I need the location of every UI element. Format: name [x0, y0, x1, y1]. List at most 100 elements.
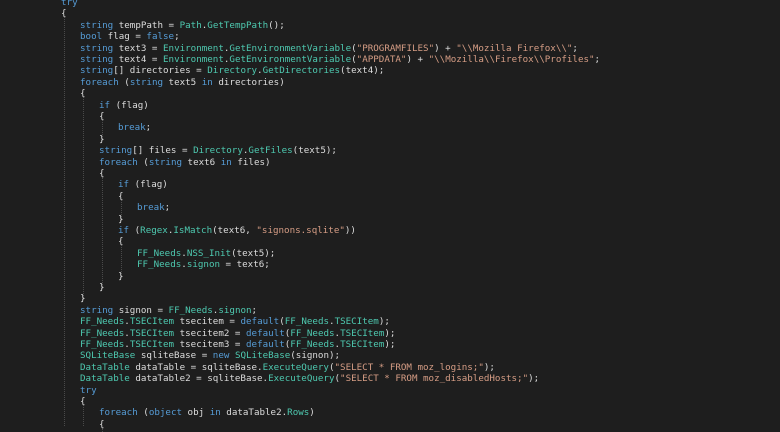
code-token: }: [80, 293, 86, 305]
code-token: ();: [268, 19, 285, 31]
code-line[interactable]: SQLiteBase sqliteBase = new SQLiteBase(s…: [80, 350, 340, 361]
code-token: FF_Needs: [284, 316, 330, 328]
code-token: object: [148, 407, 183, 419]
code-line[interactable]: break;: [118, 122, 151, 133]
code-token: "SELECT * FROM moz_disabledHosts;": [340, 373, 529, 385]
code-line[interactable]: FF_Needs.signon = text6;: [137, 259, 270, 270]
code-token: {: [99, 418, 105, 430]
code-line[interactable]: foreach (string text5 in directories): [80, 77, 285, 88]
code-line[interactable]: string text4 = Environment.GetEnvironmen…: [80, 54, 600, 65]
code-line[interactable]: try: [61, 0, 78, 8]
code-line[interactable]: {: [118, 236, 124, 247]
code-line[interactable]: }: [118, 271, 124, 282]
code-token: files): [231, 156, 271, 168]
code-line[interactable]: }: [118, 214, 124, 225]
code-line[interactable]: }: [99, 282, 105, 293]
code-token: GetDirectories: [262, 65, 341, 77]
code-line[interactable]: {: [99, 111, 105, 122]
code-token: {: [80, 88, 86, 100]
code-token: (flag): [110, 99, 149, 111]
code-token: (text5);: [292, 145, 337, 157]
code-token: dataTable2.: [220, 407, 288, 419]
code-token: );: [384, 327, 396, 339]
code-token: (signon);: [290, 350, 341, 362]
code-line[interactable]: string[] directories = Directory.GetDire…: [80, 65, 384, 76]
code-line[interactable]: {: [118, 191, 124, 202]
code-line[interactable]: FF_Needs.TSECItem tsecitem2 = default(FF…: [80, 328, 395, 339]
code-token: FF_Needs: [137, 259, 182, 271]
code-line[interactable]: foreach (object obj in dataTable2.Rows): [99, 407, 315, 418]
code-token: ;: [251, 304, 258, 316]
indent-guide: [83, 97, 84, 301]
code-token: in: [220, 156, 232, 168]
code-token: in: [201, 76, 213, 88]
code-token: [] directories =: [113, 65, 208, 77]
code-token: );: [528, 373, 540, 385]
code-token: ) +: [406, 54, 429, 65]
code-token: IsMatch: [173, 225, 213, 236]
code-token: FF_Needs: [168, 304, 213, 316]
code-line[interactable]: {: [80, 88, 86, 99]
code-line[interactable]: foreach (string text6 in files): [99, 157, 271, 168]
code-line[interactable]: try: [80, 385, 97, 396]
code-token: break: [118, 122, 146, 134]
code-token: {: [61, 8, 67, 20]
code-line[interactable]: string tempPath = Path.GetTempPath();: [80, 20, 285, 31]
code-line[interactable]: if (flag): [118, 179, 168, 190]
code-token: ExecuteQuery: [262, 361, 329, 373]
code-token: Rows: [287, 407, 310, 419]
code-token: break: [137, 202, 165, 214]
code-line[interactable]: if (Regex.IsMatch(text6, "signons.sqlite…: [118, 225, 356, 236]
code-token: tsecitem3 =: [174, 339, 246, 350]
code-token: GetFiles: [248, 145, 293, 157]
code-token: if: [118, 225, 130, 236]
code-token: SQLiteBase: [80, 350, 136, 362]
code-token: in: [209, 407, 221, 419]
code-token: obj: [182, 407, 210, 419]
code-token: (: [129, 225, 141, 236]
code-line[interactable]: bool flag = false;: [80, 31, 180, 42]
code-line[interactable]: }: [99, 134, 105, 145]
code-line[interactable]: {: [99, 419, 105, 430]
code-token: if: [118, 179, 130, 191]
code-token: {: [118, 190, 124, 202]
code-token: Directory: [207, 65, 258, 77]
code-token: if: [99, 99, 111, 111]
code-token: signon =: [113, 304, 169, 316]
code-line[interactable]: FF_Needs.TSECItem tsecitem3 = default(FF…: [80, 339, 395, 350]
code-token: TSECItem: [334, 316, 379, 328]
code-line[interactable]: break;: [137, 202, 170, 213]
code-line[interactable]: FF_Needs.NSS_Init(text5);: [137, 248, 275, 259]
code-token: Environment: [163, 42, 224, 54]
code-token: );: [378, 316, 390, 328]
code-token: (text6,: [212, 225, 257, 236]
code-token: tsecitem2 =: [174, 327, 246, 339]
code-line[interactable]: {: [61, 8, 67, 19]
code-line[interactable]: string signon = FF_Needs.signon;: [80, 305, 257, 316]
code-line[interactable]: {: [99, 168, 105, 179]
code-line[interactable]: if (flag): [99, 100, 149, 111]
code-line[interactable]: DataTable dataTable = sqliteBase.Execute…: [80, 362, 495, 373]
code-token: = text6;: [220, 259, 270, 271]
code-editor[interactable]: try{string tempPath = Path.GetTempPath()…: [0, 0, 780, 432]
code-token: new: [212, 350, 230, 362]
code-token: foreach: [80, 76, 119, 88]
code-token: flag =: [102, 31, 147, 43]
code-token: {: [118, 236, 124, 248]
code-token: bool: [80, 31, 103, 43]
code-line[interactable]: FF_Needs.TSECItem tsecitem = default(FF_…: [80, 316, 390, 327]
code-token: NSS_Init: [186, 247, 232, 259]
code-token: ;: [572, 42, 578, 54]
code-token: directories): [212, 76, 285, 88]
code-line[interactable]: }: [80, 293, 86, 304]
code-line[interactable]: string text3 = Environment.GetEnvironmen…: [80, 43, 578, 54]
code-token: string: [80, 304, 114, 316]
code-token: }: [118, 213, 124, 225]
code-line[interactable]: string[] files = Directory.GetFiles(text…: [99, 145, 337, 156]
code-token: FF_Needs: [80, 339, 125, 350]
code-line[interactable]: {: [80, 396, 86, 407]
code-token: string: [148, 156, 183, 168]
code-line[interactable]: DataTable dataTable2 = sqliteBase.Execut…: [80, 373, 539, 384]
code-token: foreach: [99, 407, 138, 419]
code-token: try: [61, 0, 78, 8]
